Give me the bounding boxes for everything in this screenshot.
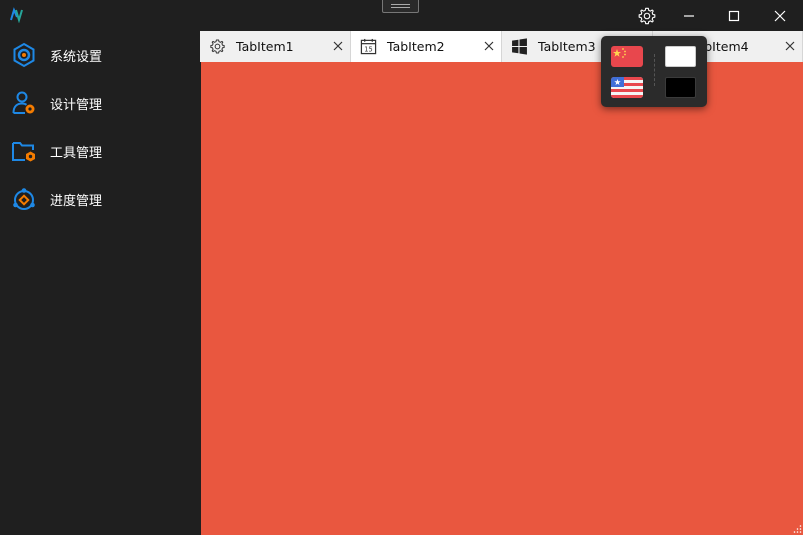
close-icon[interactable] (784, 40, 796, 52)
close-icon (774, 10, 786, 21)
tab-label: TabItem3 (538, 39, 596, 54)
popup-divider (654, 54, 655, 86)
calendar-icon: 15 (360, 38, 377, 55)
sidebar-item-progress-management[interactable]: 进度管理 (0, 175, 200, 223)
system-settings-icon (10, 41, 38, 69)
close-icon[interactable] (483, 40, 495, 52)
close-icon[interactable] (332, 40, 344, 52)
tab-label: TabItem2 (387, 39, 445, 54)
dark-theme-swatch[interactable] (665, 77, 696, 98)
windows-icon (512, 38, 527, 55)
chinese-flag-icon[interactable] (611, 46, 643, 67)
drag-handle[interactable] (382, 0, 419, 13)
light-theme-swatch[interactable] (665, 46, 696, 67)
sidebar-item-tool-management[interactable]: 工具管理 (0, 127, 200, 175)
sidebar-item-label: 设计管理 (50, 97, 103, 113)
sidebar-item-design-management[interactable]: 设计管理 (0, 79, 200, 127)
folder-tool-icon (10, 137, 38, 165)
sidebar-item-label: 进度管理 (50, 193, 103, 209)
minimize-button[interactable] (666, 0, 712, 31)
settings-popup (601, 36, 707, 107)
calendar-day: 15 (364, 46, 372, 54)
tab-item-1[interactable]: TabItem1 (200, 31, 351, 62)
minimize-icon (684, 14, 694, 17)
us-flag-icon[interactable] (611, 77, 643, 98)
close-button[interactable] (757, 0, 803, 31)
resize-grip-icon[interactable] (792, 524, 802, 534)
sidebar-item-system-settings[interactable]: 系统设置 (0, 31, 200, 79)
maximize-icon (728, 10, 740, 21)
app-logo-icon (9, 7, 25, 24)
tab-strip: TabItem1 15 TabItem2 TabItem3 TabItem4 (200, 31, 803, 62)
sidebar-item-label: 工具管理 (50, 145, 103, 161)
progress-icon (10, 185, 38, 213)
gear-icon (638, 7, 656, 24)
sidebar: 系统设置 设计管理 工具管理 进度管理 (0, 31, 200, 535)
gear-icon (210, 39, 225, 54)
tab-item-2[interactable]: 15 TabItem2 (351, 31, 502, 62)
tab-content-panel (201, 62, 803, 535)
sidebar-item-label: 系统设置 (50, 49, 103, 65)
settings-button[interactable] (624, 0, 670, 31)
maximize-button[interactable] (711, 0, 757, 31)
user-design-icon (10, 89, 38, 117)
title-bar (0, 0, 803, 31)
tab-label: TabItem1 (236, 39, 294, 54)
